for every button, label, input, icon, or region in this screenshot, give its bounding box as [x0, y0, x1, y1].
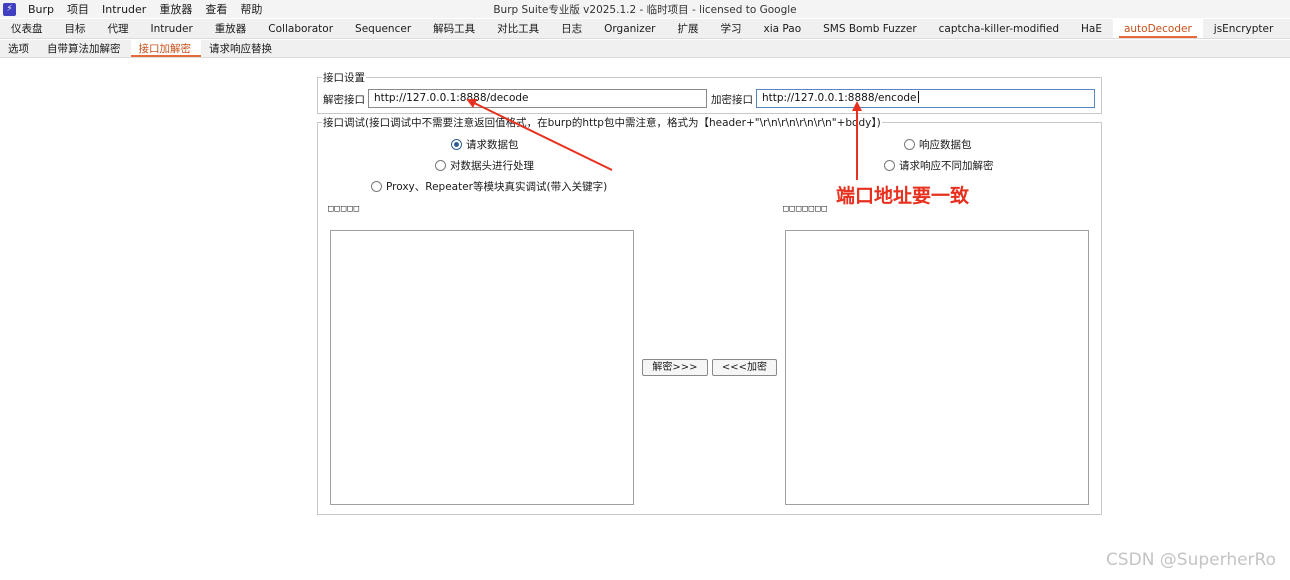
arrow-to-decode-url — [466, 99, 613, 171]
annotation-arrows — [466, 99, 862, 180]
annotation-port-consistent: 端口地址要一致 — [836, 185, 970, 207]
csdn-watermark: CSDN @SuperherRo — [1105, 550, 1276, 570]
